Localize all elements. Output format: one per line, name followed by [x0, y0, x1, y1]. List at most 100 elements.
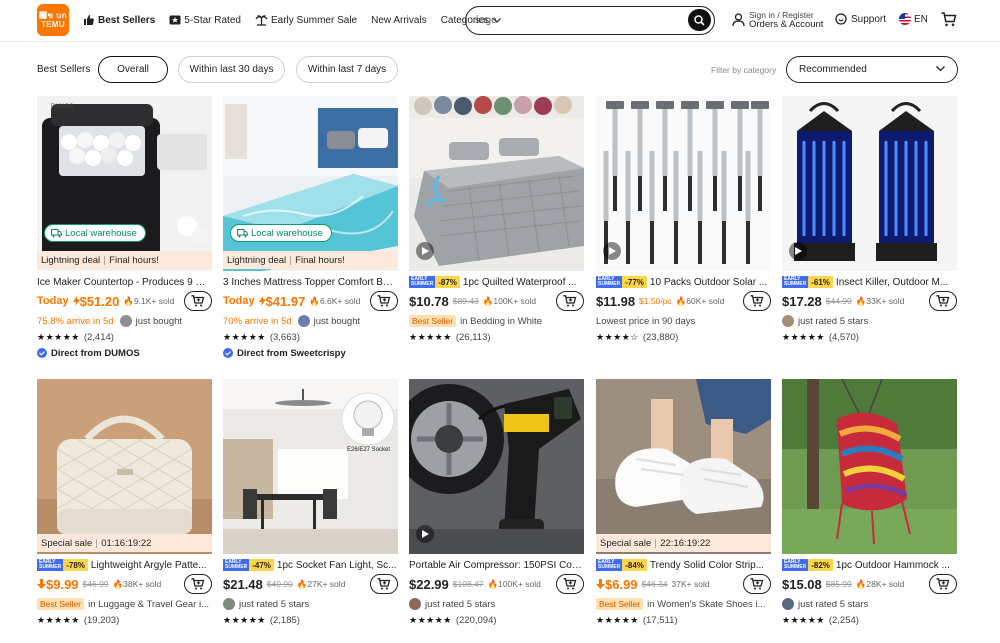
price-row: $15.08 $85.99 🔥 28K+ sold	[782, 574, 957, 594]
product-image-hammock[interactable]	[782, 379, 957, 554]
product-image-mattress-topper[interactable]: Local warehouse	[223, 96, 398, 271]
direct-from-seller[interactable]: Direct from DUMOS	[37, 346, 212, 360]
price-row: $21.48 $40.90 🔥 27K+ sold	[223, 574, 398, 594]
product-card[interactable]: Portable Air Compressor: 150PSI Cordle..…	[409, 379, 584, 639]
product-title[interactable]: Trendy Solid Color Strip...	[650, 560, 764, 571]
tab-last-7-days[interactable]: Within last 7 days	[296, 56, 398, 83]
video-play-icon[interactable]	[416, 242, 434, 260]
product-image-solar-lights[interactable]	[596, 96, 771, 271]
product-title[interactable]: 1pc Socket Fan Light, Sc...	[277, 560, 397, 571]
rating-row: ★★★★★ (2,185)	[223, 614, 398, 627]
add-to-cart-button[interactable]	[184, 574, 212, 594]
sort-select[interactable]: Recommended	[786, 56, 958, 83]
social-proof-text: just rated 5 stars	[239, 598, 310, 610]
direct-from-seller[interactable]: Direct from Sweetcrispy	[223, 346, 398, 360]
product-title-row[interactable]: Portable Air Compressor: 150PSI Cordle..…	[409, 558, 584, 572]
product-image-white-shoes[interactable]	[596, 379, 771, 554]
rating-row: ★★★★★ (4,570)	[782, 331, 957, 344]
star-rating: ★★★★★	[223, 332, 266, 342]
nav-early-summer-sale[interactable]: Early Summer Sale	[255, 14, 357, 26]
product-card[interactable]: EARLY SUMMER -87% 1pc Quilted Waterproof .…	[409, 96, 584, 356]
product-card[interactable]: EARLY SUMMER -82% 1pc Outdoor Hammock ... …	[782, 379, 957, 639]
add-to-cart-button[interactable]	[556, 574, 584, 594]
product-image-duffel-bag[interactable]	[37, 379, 212, 554]
local-warehouse-badge: Local warehouse	[230, 224, 332, 242]
product-title[interactable]: 10 Packs Outdoor Solar ...	[650, 277, 767, 288]
product-title-row[interactable]: 3 Inches Mattress Topper Comfort Bed ...	[223, 275, 398, 289]
video-play-icon[interactable]	[789, 242, 807, 260]
product-title[interactable]: 1pc Outdoor Hammock ...	[836, 560, 950, 571]
nav-best-sellers[interactable]: Best Sellers	[83, 14, 155, 26]
product-title[interactable]: Ice Maker Countertop - Produces 9 Bull..…	[37, 277, 212, 288]
add-to-cart-button[interactable]	[743, 574, 771, 594]
product-title[interactable]: Lightweight Argyle Patte...	[91, 560, 207, 571]
product-title-row[interactable]: EARLY SUMMER -77% 10 Packs Outdoor Solar .…	[596, 275, 771, 289]
product-title[interactable]: 1pc Quilted Waterproof ...	[463, 277, 577, 288]
product-title-row[interactable]: EARLY SUMMER -84% Trendy Solid Color Strip…	[596, 558, 771, 572]
early-summer-text: EARLY SUMMER	[37, 558, 64, 571]
product-card[interactable]: Special sale 01:16:19:22 EARLY SUMMER -78% …	[37, 379, 212, 639]
review-count: (17,511)	[642, 615, 678, 626]
nav-new-arrivals[interactable]: New Arrivals	[371, 15, 427, 26]
product-title-row[interactable]: EARLY SUMMER -82% 1pc Outdoor Hammock ...	[782, 558, 957, 572]
search-button[interactable]	[688, 9, 711, 31]
cart-button[interactable]	[941, 12, 957, 30]
tab-last-30-days[interactable]: Within last 30 days	[178, 56, 285, 83]
add-to-cart-button[interactable]	[556, 291, 584, 311]
add-to-cart-button[interactable]	[929, 574, 957, 594]
add-to-cart-button[interactable]	[743, 291, 771, 311]
category-rank-text[interactable]: in Women's Skate Shoes i...	[647, 599, 765, 610]
product-title-row[interactable]: EARLY SUMMER -87% 1pc Quilted Waterproof .…	[409, 275, 584, 289]
add-to-cart-button[interactable]	[929, 291, 957, 311]
support-link[interactable]: Support	[835, 13, 886, 25]
price-row: Today $51.20 🔥 9.1K+ sold	[37, 291, 212, 311]
add-to-cart-icon	[377, 295, 391, 307]
rating-row: ★★★★★ (2,414)	[37, 331, 212, 344]
temu-logo[interactable]: ฀ข บก TEMU	[37, 4, 69, 36]
rating-row: ★★★★★ (26,113)	[409, 331, 584, 344]
search-input[interactable]	[475, 12, 675, 28]
star-rating: ★★★★★	[782, 332, 825, 342]
product-title[interactable]: Portable Air Compressor: 150PSI Cordle..…	[409, 560, 584, 571]
language-selector[interactable]: EN	[899, 13, 928, 25]
product-title-row[interactable]: EARLY SUMMER -61% Insect Killer, Outdoor M…	[782, 275, 957, 289]
tab-overall[interactable]: Overall	[98, 56, 168, 83]
account-link[interactable]: Sign in / Register Orders & Account	[732, 9, 823, 31]
price-row: Today $41.97 🔥 6.6K+ sold	[223, 291, 398, 311]
product-title-row[interactable]: EARLY SUMMER -47% 1pc Socket Fan Light, Sc…	[223, 558, 398, 572]
product-card[interactable]: EARLY SUMMER -61% Insect Killer, Outdoor M…	[782, 96, 957, 356]
product-title[interactable]: 3 Inches Mattress Topper Comfort Bed ...	[223, 277, 398, 288]
product-card[interactable]: E26/E27 Socket EARLY SUMMER -47% 1pc Socke…	[223, 379, 398, 639]
product-title[interactable]: Insect Killer, Outdoor M...	[836, 277, 948, 288]
today-label: Today	[37, 295, 69, 307]
add-to-cart-button[interactable]	[184, 291, 212, 311]
product-card[interactable]: EARLY SUMMER -77% 10 Packs Outdoor Solar .…	[596, 96, 771, 356]
star-rating: ★★★★☆	[596, 332, 639, 342]
nav-five-star-rated[interactable]: 5-Star Rated	[169, 14, 241, 26]
add-to-cart-icon	[750, 578, 764, 590]
add-to-cart-button[interactable]	[370, 291, 398, 311]
product-card[interactable]: DUMOS Local warehouse Lightning deal Fina…	[37, 96, 212, 368]
product-card[interactable]: Local warehouse Lightning deal Final hour…	[223, 96, 398, 368]
add-to-cart-button[interactable]	[370, 574, 398, 594]
lightning-deal-strip: Lightning deal Final hours!	[223, 251, 398, 269]
product-image-mattress-protector[interactable]	[409, 96, 584, 271]
language-label: EN	[914, 13, 928, 25]
original-price: $44.99	[825, 296, 852, 306]
category-rank-text[interactable]: in Bedding in White	[460, 316, 542, 327]
product-image-ice-maker[interactable]: DUMOS Local warehouse	[37, 96, 212, 271]
truck-icon	[51, 228, 62, 237]
category-rank-text[interactable]: in Luggage & Travel Gear i...	[88, 599, 209, 610]
product-image-air-compressor[interactable]	[409, 379, 584, 554]
video-play-icon[interactable]	[416, 525, 434, 543]
product-title-row[interactable]: EARLY SUMMER -78% Lightweight Argyle Patte…	[37, 558, 212, 572]
product-image-bug-zapper[interactable]	[782, 96, 957, 271]
early-summer-badge: EARLY SUMMER -77%	[596, 276, 647, 288]
product-card[interactable]: Special sale 22:16:19:22 EARLY SUMMER -84% …	[596, 379, 771, 639]
product-title-row[interactable]: Ice Maker Countertop - Produces 9 Bull..…	[37, 275, 212, 289]
product-image-socket-fan[interactable]: E26/E27 Socket	[223, 379, 398, 554]
video-play-icon[interactable]	[603, 242, 621, 260]
discount-percent: -47%	[249, 559, 274, 571]
arrival-rate: 75.8% arrive in 5d	[37, 315, 114, 327]
review-count: (2,414)	[83, 332, 114, 343]
